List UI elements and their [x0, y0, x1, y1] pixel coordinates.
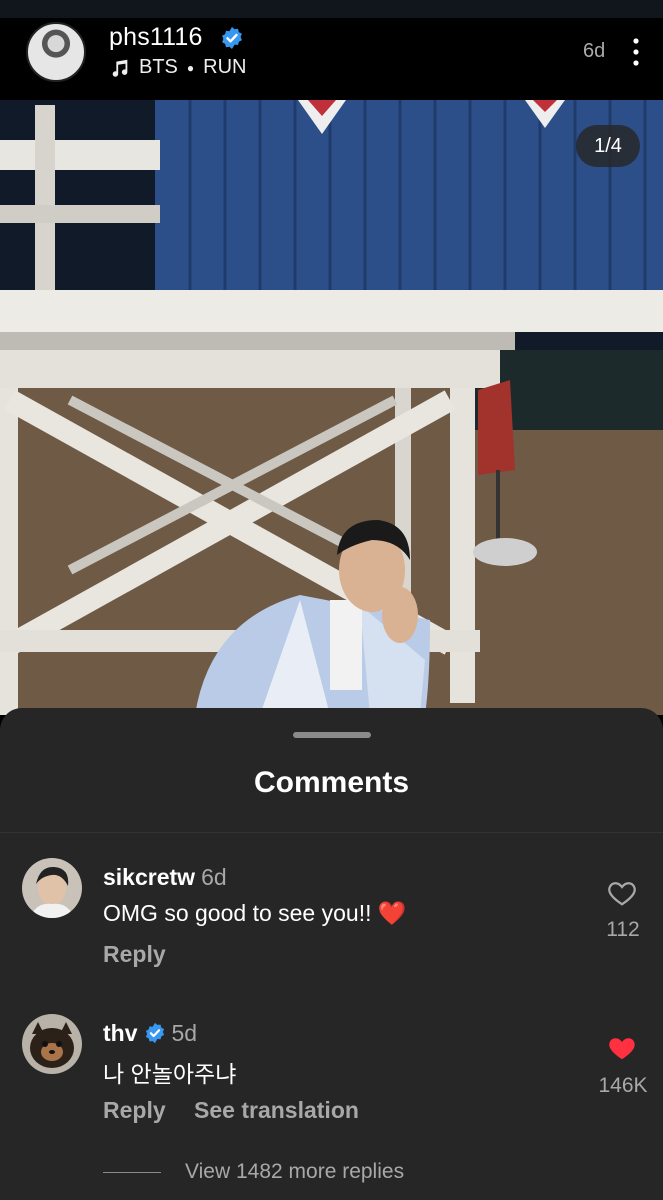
like-count: 112	[606, 918, 640, 941]
lifeguard-tower-photo	[0, 100, 663, 715]
comment-text: OMG so good to see you!! ❤️	[103, 900, 407, 926]
view-more-replies[interactable]: View 1482 more replies	[103, 1160, 404, 1184]
music-artist: BTS	[139, 56, 178, 78]
comments-sheet: Comments sikcretw 6d OMG so good to see y…	[0, 708, 663, 1200]
image-counter: 1/4	[576, 125, 640, 167]
divider	[0, 832, 663, 833]
heart-icon[interactable]	[607, 878, 637, 908]
post-age: 6d	[583, 40, 606, 62]
music-song: RUN	[203, 56, 247, 78]
view-more-label: View 1482 more replies	[185, 1160, 405, 1183]
music-note-icon	[112, 59, 128, 77]
comment-username[interactable]: thv	[103, 1020, 138, 1046]
more-vertical-icon[interactable]	[630, 36, 642, 68]
replies-line	[103, 1171, 161, 1173]
drag-handle[interactable]	[293, 732, 371, 738]
post-header: phs1116 BTS ● RUN 6d	[0, 18, 663, 100]
status-bar	[0, 0, 663, 18]
comment-text: 나 안놀아주냐	[103, 1061, 237, 1087]
verified-badge-icon	[222, 27, 242, 49]
reply-button[interactable]: Reply	[103, 941, 166, 967]
music-info[interactable]: BTS ● RUN	[109, 56, 247, 79]
post-photo[interactable]	[0, 100, 663, 715]
comment-username[interactable]: sikcretw	[103, 864, 195, 890]
poster-username[interactable]: phs1116	[109, 23, 203, 52]
comments-title: Comments	[253, 766, 410, 799]
comment-time: 6d	[201, 864, 227, 890]
comment-time: 5d	[171, 1020, 198, 1046]
commenter-avatar[interactable]	[22, 1014, 82, 1074]
heart-icon[interactable]	[607, 1033, 637, 1063]
reply-button[interactable]: Reply	[103, 1097, 166, 1123]
see-translation-button[interactable]: See translation	[194, 1097, 359, 1123]
separator-dot: ●	[186, 60, 195, 75]
like-count: 146K	[598, 1074, 648, 1097]
poster-avatar[interactable]	[26, 22, 86, 82]
commenter-avatar[interactable]	[22, 858, 82, 918]
verified-badge-icon	[145, 1022, 164, 1044]
